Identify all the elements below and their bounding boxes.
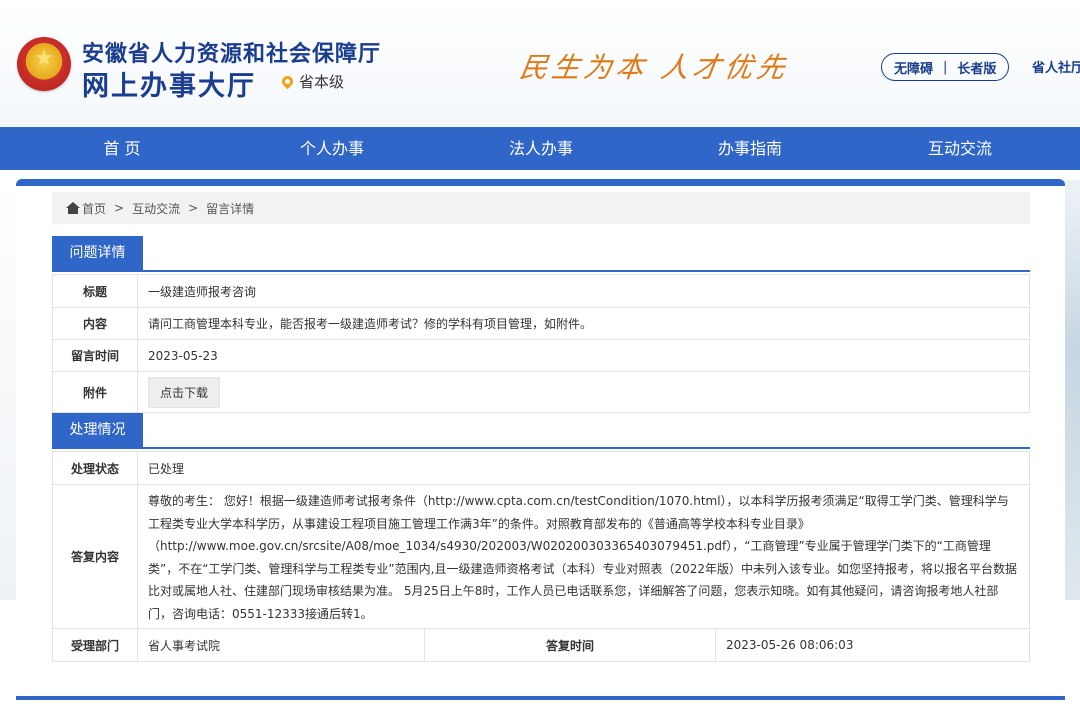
- table-row: 标题 一级建造师报考咨询: [52, 274, 1030, 308]
- attachment-label: 附件: [52, 371, 138, 413]
- table-row: 答复内容 尊敬的考生： 您好！根据一级建造师考试报考条件（http://www.…: [52, 484, 1030, 629]
- time-label: 留言时间: [52, 339, 138, 372]
- slogan: 民生为本 人才优先: [517, 51, 792, 84]
- breadcrumb-separator: >: [188, 201, 199, 215]
- title-label: 标题: [52, 274, 138, 308]
- handling-section-title: 处理情况: [52, 413, 143, 447]
- reply-time-value: 2023-05-26 08:06:03: [715, 628, 1030, 662]
- content-value: 请问工商管理本科专业，能否报考一级建造师考试？修的学科有项目管理，如附件。: [137, 307, 1030, 340]
- accessibility-switch: 无障碍 | 长者版: [881, 53, 1010, 81]
- hall-link[interactable]: 省人社厅: [1032, 57, 1080, 76]
- dept-value: 省人事考试院: [137, 628, 425, 662]
- nav-item-home[interactable]: 首 页: [22, 127, 222, 170]
- handling-table: 处理状态 已处理 答复内容 尊敬的考生： 您好！根据一级建造师考试报考条件（ht…: [52, 451, 1030, 662]
- question-section-title: 问题详情: [52, 236, 143, 270]
- time-value: 2023-05-23: [137, 339, 1030, 372]
- reply-value: 尊敬的考生： 您好！根据一级建造师考试报考条件（http://www.cpta.…: [137, 484, 1030, 629]
- footer-bar: [16, 696, 1065, 700]
- title-value: 一级建造师报考咨询: [137, 274, 1030, 308]
- breadcrumb-interaction[interactable]: 互动交流: [132, 200, 180, 217]
- status-label: 处理状态: [52, 451, 138, 485]
- status-value: 已处理: [137, 451, 1030, 485]
- table-row: 受理部门 省人事考试院 答复时间 2023-05-26 08:06:03: [52, 628, 1030, 662]
- question-section-header: 问题详情: [52, 236, 1030, 272]
- main-nav: 首 页 个人办事 法人办事 办事指南 互动交流: [0, 127, 1080, 170]
- side-decoration-left: [0, 180, 16, 600]
- table-row: 附件 点击下载: [52, 371, 1030, 413]
- handling-section-header: 处理情况: [52, 413, 1030, 449]
- question-table: 标题 一级建造师报考咨询 内容 请问工商管理本科专业，能否报考一级建造师考试？修…: [52, 274, 1030, 413]
- reply-time-label: 答复时间: [424, 628, 716, 662]
- reply-label: 答复内容: [52, 484, 138, 629]
- main-content: 首页 > 互动交流 > 留言详情 问题详情 标题 一级建造师报考咨询 内容 请问…: [16, 179, 1065, 686]
- table-row: 内容 请问工商管理本科专业，能否报考一级建造师考试？修的学科有项目管理，如附件。: [52, 307, 1030, 340]
- nav-item-corporate[interactable]: 法人办事: [441, 127, 641, 170]
- nav-item-guide[interactable]: 办事指南: [650, 127, 850, 170]
- dept-label: 受理部门: [52, 628, 138, 662]
- attachment-cell: 点击下载: [137, 371, 1030, 413]
- breadcrumb: 首页 > 互动交流 > 留言详情: [52, 192, 1030, 224]
- site-subtitle: 网上办事大厅: [82, 71, 256, 102]
- nav-item-personal[interactable]: 个人办事: [232, 127, 432, 170]
- location-label: 省本级: [299, 73, 345, 91]
- content-label: 内容: [52, 307, 138, 340]
- separator: |: [943, 59, 948, 75]
- nav-item-interaction[interactable]: 互动交流: [860, 127, 1060, 170]
- breadcrumb-current: 留言详情: [206, 201, 255, 216]
- breadcrumb-separator: >: [114, 201, 125, 215]
- accessibility-button[interactable]: 无障碍: [894, 58, 933, 77]
- home-icon: [66, 202, 80, 214]
- location-pin-icon: [279, 73, 296, 90]
- table-row: 处理状态 已处理: [52, 451, 1030, 485]
- table-row: 留言时间 2023-05-23: [52, 339, 1030, 372]
- location-selector[interactable]: 省本级: [279, 71, 345, 92]
- national-emblem-icon: [17, 37, 71, 91]
- elder-mode-button[interactable]: 长者版: [957, 58, 996, 77]
- site-header: 安徽省人力资源和社会保障厅 网上办事大厅 省本级 民生为本 人才优先 无障碍 |…: [0, 0, 1080, 127]
- download-button[interactable]: 点击下载: [148, 376, 221, 408]
- breadcrumb-home[interactable]: 首页: [82, 200, 106, 217]
